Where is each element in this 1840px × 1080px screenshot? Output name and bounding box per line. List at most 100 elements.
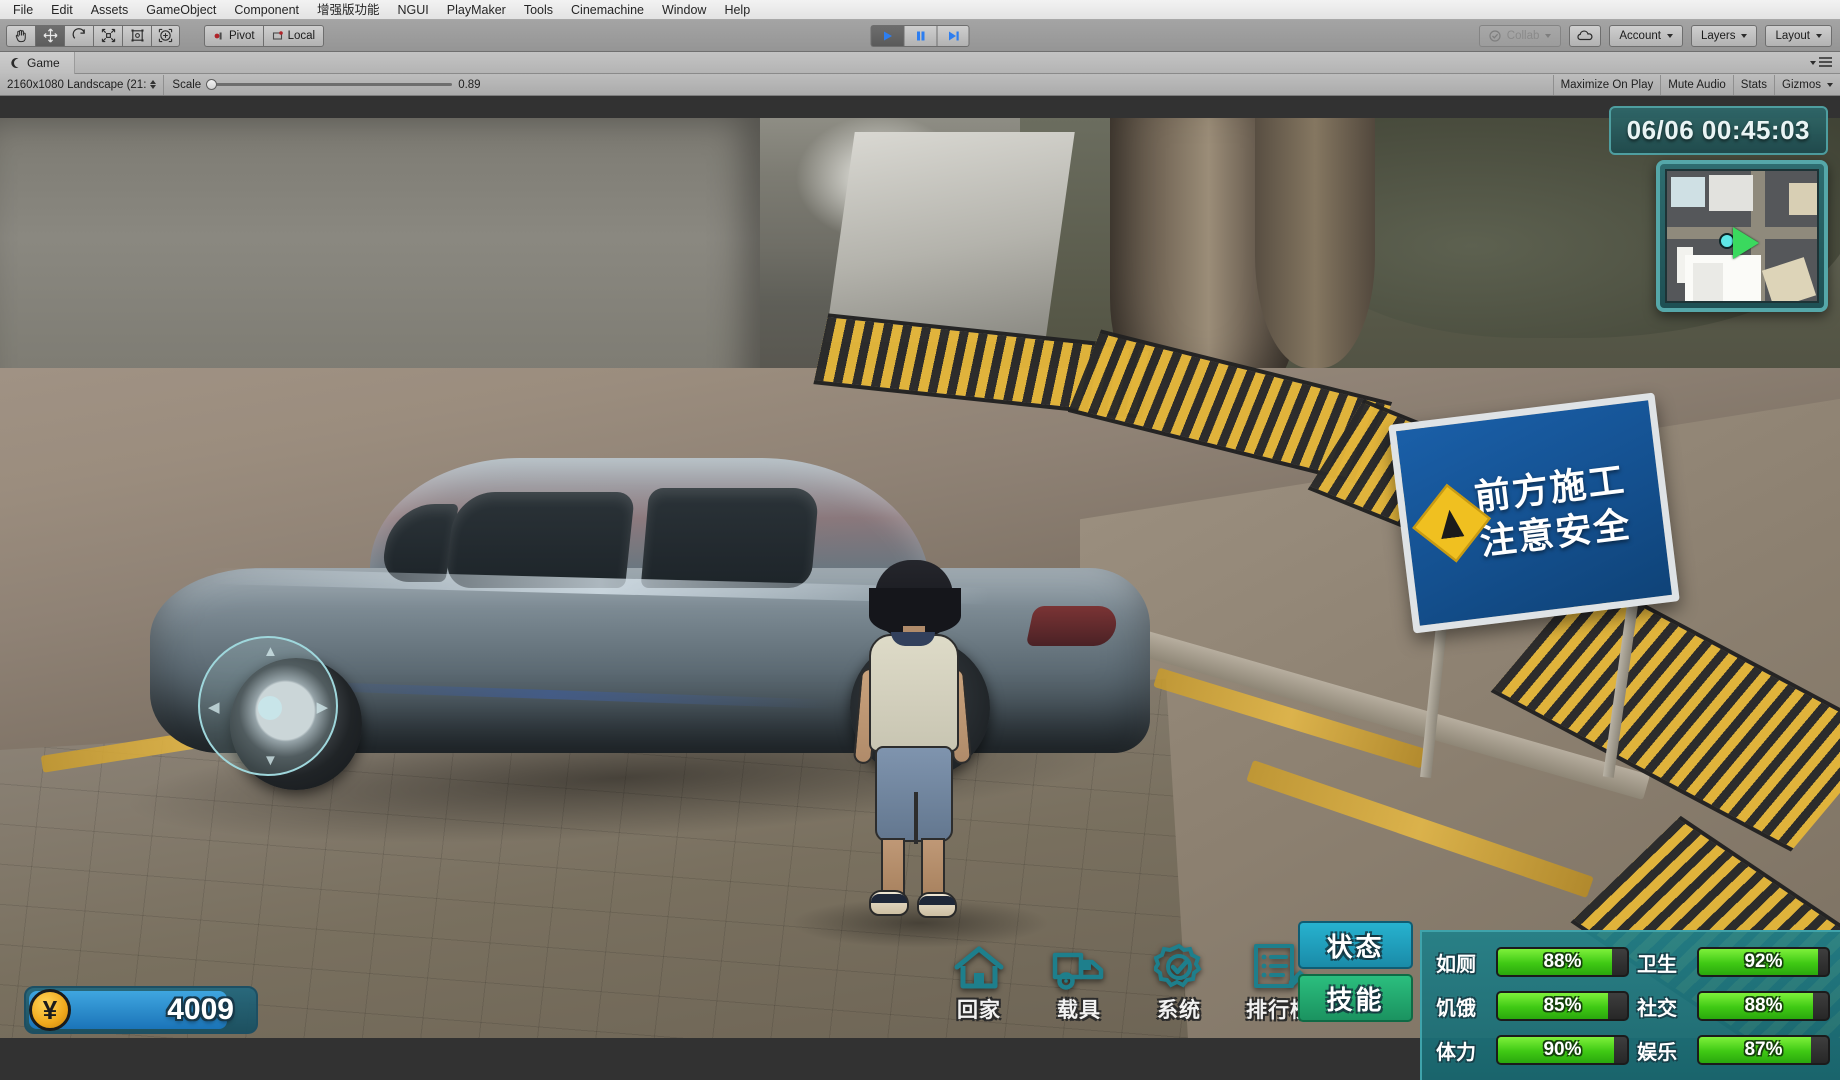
background-far-road (825, 132, 1075, 342)
pivot-mode-group: Pivot Local (204, 24, 325, 47)
character-shoe-left (869, 890, 909, 916)
letterbox-top (0, 96, 1840, 118)
transform-tool-group (6, 24, 180, 47)
car-window (444, 492, 636, 588)
chevron-down-icon[interactable] (1810, 60, 1816, 65)
character-shorts (875, 746, 953, 844)
pivot-toggle-button[interactable]: Pivot (204, 24, 263, 47)
currency-widget[interactable]: ¥ 4009 (24, 986, 258, 1034)
stat-value: 90% (1543, 1039, 1582, 1060)
chevron-down-icon (1816, 33, 1822, 38)
tab-game[interactable]: Game (0, 51, 75, 74)
account-button[interactable]: Account (1609, 24, 1683, 47)
unity-editor-window: File Edit Assets GameObject Component 增强… (0, 0, 1840, 1080)
menu-item-cinemachine[interactable]: Cinemachine (562, 0, 653, 20)
joystick-arrow-right-icon: ▶ (316, 699, 328, 716)
gizmos-label: Gizmos (1782, 78, 1821, 91)
scale-value: 0.89 (458, 78, 481, 91)
game-viewport[interactable]: 前方施工 注意安全 06/06 00:45:03 ▲ ▼ ◀ ▶ ¥ 4009 … (0, 96, 1840, 1080)
transform-tool-button[interactable] (151, 24, 180, 47)
scale-label: Scale (172, 78, 202, 91)
menu-item-tools[interactable]: Tools (515, 0, 562, 20)
chevron-down-icon (1827, 82, 1833, 87)
menu-item-edit[interactable]: Edit (42, 0, 82, 20)
hud-button-system-label: 系统 (1157, 999, 1201, 1022)
menu-item-ngui[interactable]: NGUI (389, 0, 438, 20)
game-view-toolbar: 2160x1080 Landscape (21: Scale 0.89 Maxi… (0, 74, 1840, 96)
stat-label: 社交 (1637, 997, 1677, 1020)
joystick-knob[interactable] (258, 696, 282, 720)
game-view-icon (11, 57, 19, 68)
joystick-arrow-down-icon: ▼ (263, 752, 278, 769)
panel-menu-group (1810, 57, 1840, 68)
virtual-joystick[interactable]: ▲ ▼ ◀ ▶ (198, 636, 338, 776)
cloud-button[interactable] (1569, 24, 1602, 47)
hud-button-system[interactable]: 系统 (1140, 943, 1218, 1024)
construction-road-sign: 前方施工 注意安全 (1388, 392, 1680, 634)
hud-action-bar: 回家 载具 系统 排行榜 (940, 943, 1318, 1024)
hud-button-home-label: 回家 (957, 999, 1001, 1022)
minimap[interactable] (1656, 160, 1828, 312)
local-label: Local (287, 29, 316, 42)
scale-slider-track[interactable] (206, 79, 453, 90)
menu-item-window[interactable]: Window (653, 0, 715, 20)
stat-row: 娱乐 87% (1637, 1035, 1830, 1065)
panel-options-icon[interactable] (1819, 57, 1832, 68)
rect-tool-button[interactable] (122, 24, 151, 47)
collab-button[interactable]: Collab (1478, 24, 1562, 47)
main-toolbar: Pivot Local Collab Account Layers Layout (0, 20, 1840, 52)
minimap-building (1761, 257, 1817, 301)
minimap-building (1789, 183, 1817, 215)
mute-audio-toggle[interactable]: Mute Audio (1660, 74, 1733, 95)
menu-item-gameobject[interactable]: GameObject (137, 0, 225, 20)
aspect-ratio-dropdown[interactable]: 2160x1080 Landscape (21: (0, 74, 165, 95)
scale-tool-button[interactable] (93, 24, 122, 47)
chevron-down-icon (1741, 33, 1748, 38)
maximize-on-play-toggle[interactable]: Maximize On Play (1552, 74, 1661, 95)
menu-item-playmaker[interactable]: PlayMaker (438, 0, 515, 20)
hud-button-home[interactable]: 回家 (940, 945, 1018, 1024)
stat-bar: 92% (1697, 947, 1830, 977)
currency-amount: 4009 (167, 993, 234, 1026)
skill-button[interactable]: 技能 (1298, 974, 1413, 1022)
character-shoe-right (917, 892, 957, 918)
menu-item-file[interactable]: File (4, 0, 42, 20)
coin-icon: ¥ (29, 989, 71, 1031)
menu-item-help[interactable]: Help (715, 0, 759, 20)
player-character (845, 560, 975, 918)
stat-value: 88% (1543, 951, 1582, 972)
layers-button[interactable]: Layers (1690, 24, 1758, 47)
layout-button[interactable]: Layout (1765, 24, 1832, 47)
rotate-tool-button[interactable] (64, 24, 93, 47)
minimap-building (1671, 177, 1705, 207)
step-button[interactable] (936, 24, 970, 47)
stat-label: 卫生 (1637, 953, 1677, 976)
gizmos-dropdown[interactable]: Gizmos (1774, 74, 1840, 95)
status-button[interactable]: 状态 (1298, 921, 1413, 969)
play-button[interactable] (870, 24, 904, 47)
joystick-arrow-up-icon: ▲ (263, 643, 278, 660)
menu-item-enhanced[interactable]: 增强版功能 (308, 0, 389, 20)
minimap-canvas (1665, 169, 1819, 303)
stat-bar: 88% (1496, 947, 1629, 977)
stat-label: 如厕 (1436, 953, 1476, 976)
menu-item-component[interactable]: Component (225, 0, 308, 20)
car-taillight (1025, 606, 1121, 646)
hand-tool-button[interactable] (6, 24, 35, 47)
minimap-direction-arrow-icon (1733, 227, 1759, 259)
account-label: Account (1619, 29, 1661, 42)
sign-text: 前方施工 注意安全 (1472, 457, 1634, 565)
tree-trunk-secondary (1255, 118, 1375, 368)
stat-bar: 90% (1496, 1035, 1629, 1065)
menu-item-assets[interactable]: Assets (82, 0, 138, 20)
move-tool-button[interactable] (35, 24, 64, 47)
pause-button[interactable] (903, 24, 937, 47)
scale-slider-knob[interactable] (206, 79, 218, 90)
hud-button-vehicle[interactable]: 载具 (1040, 945, 1118, 1024)
local-toggle-button[interactable]: Local (262, 24, 325, 47)
stat-row: 体力 90% (1436, 1035, 1629, 1065)
scale-slider-control[interactable]: Scale 0.89 (164, 75, 488, 95)
hud-button-vehicle-label: 载具 (1057, 999, 1101, 1022)
collab-label: Collab (1506, 29, 1540, 42)
stats-toggle[interactable]: Stats (1732, 74, 1774, 95)
